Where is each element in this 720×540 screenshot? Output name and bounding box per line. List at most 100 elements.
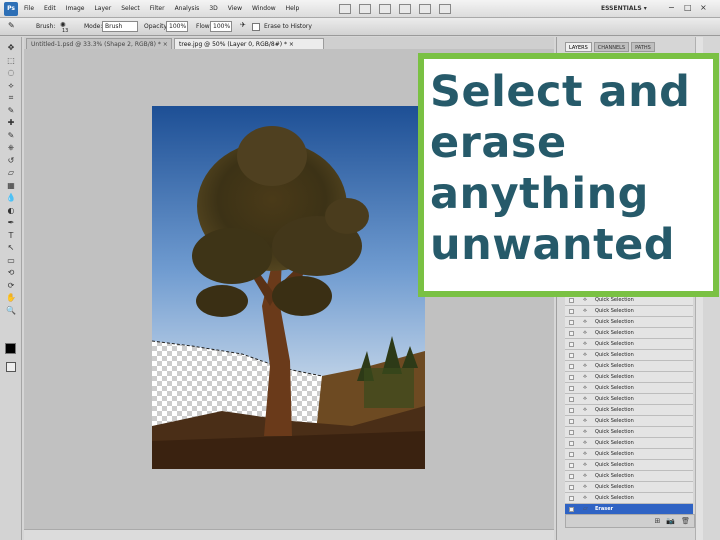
quick-selection-icon[interactable]: ⟡ bbox=[6, 81, 16, 91]
airbrush-icon[interactable]: ✈ bbox=[240, 21, 246, 29]
history-row[interactable]: ⟡ Quick Selection bbox=[565, 405, 693, 416]
dodge-icon[interactable]: ◐ bbox=[6, 206, 16, 216]
history-source-checkbox[interactable] bbox=[569, 397, 574, 402]
menu-edit[interactable]: Edit bbox=[44, 5, 56, 12]
healing-brush-icon[interactable]: ✚ bbox=[6, 118, 16, 128]
eraser-preset-icon[interactable]: ✎ bbox=[8, 21, 15, 30]
menu-layer[interactable]: Layer bbox=[94, 5, 111, 12]
zoom-level-icon[interactable] bbox=[379, 3, 392, 14]
horizontal-scrollbar[interactable] bbox=[24, 529, 554, 540]
menu-file[interactable]: File bbox=[24, 5, 34, 12]
clone-stamp-icon[interactable]: ⎈ bbox=[6, 143, 16, 153]
history-row[interactable]: ⟡ Quick Selection bbox=[565, 361, 693, 372]
crop-icon[interactable]: ⌗ bbox=[6, 93, 16, 103]
tab-layers[interactable]: LAYERS bbox=[565, 42, 592, 52]
history-source-checkbox[interactable] bbox=[569, 430, 574, 435]
path-selection-icon[interactable]: ↖ bbox=[6, 243, 16, 253]
3d-orbit-icon[interactable]: ⟳ bbox=[6, 281, 16, 291]
menu-3d[interactable]: 3D bbox=[209, 5, 217, 12]
arrange-documents-icon[interactable] bbox=[419, 3, 432, 14]
hand-tool-icon[interactable] bbox=[399, 3, 412, 14]
history-source-checkbox[interactable] bbox=[569, 474, 574, 479]
marquee-icon[interactable]: ⬚ bbox=[6, 56, 16, 66]
menu-help[interactable]: Help bbox=[286, 5, 300, 12]
shape-icon[interactable]: ▭ bbox=[6, 256, 16, 266]
history-row[interactable]: ⟡ Quick Selection bbox=[565, 427, 693, 438]
menu-filter[interactable]: Filter bbox=[150, 5, 165, 12]
new-document-icon[interactable]: ⊞ bbox=[655, 517, 661, 525]
erase-to-history-checkbox[interactable] bbox=[252, 23, 260, 31]
foreground-color-swatch[interactable] bbox=[5, 343, 16, 354]
history-brush-icon[interactable]: ↺ bbox=[6, 156, 16, 166]
snapshot-icon[interactable]: 📷 bbox=[666, 517, 675, 525]
history-source-checkbox[interactable] bbox=[569, 408, 574, 413]
menu-select[interactable]: Select bbox=[121, 5, 140, 12]
type-icon[interactable]: T bbox=[6, 231, 16, 241]
history-row[interactable]: ⟡ Quick Selection bbox=[565, 317, 693, 328]
history-row[interactable]: ⟡ Quick Selection bbox=[565, 471, 693, 482]
zoom-icon[interactable]: 🔍 bbox=[6, 306, 16, 316]
history-row[interactable]: ⟡ Quick Selection bbox=[565, 438, 693, 449]
menu-view[interactable]: View bbox=[228, 5, 242, 12]
mode-select[interactable]: Brush bbox=[102, 21, 138, 32]
hand-icon[interactable]: ✋ bbox=[6, 293, 16, 303]
workspace-switcher[interactable]: ESSENTIALS ▾ bbox=[601, 5, 647, 12]
history-row[interactable]: ⟡ Quick Selection bbox=[565, 328, 693, 339]
history-source-checkbox[interactable] bbox=[569, 463, 574, 468]
history-row[interactable]: ⟡ Quick Selection bbox=[565, 339, 693, 350]
tab-untitled[interactable]: Untitled-1.psd @ 33.3% (Shape 2, RGB/8) … bbox=[26, 38, 172, 49]
bridge-icon[interactable] bbox=[339, 3, 352, 14]
brush-icon[interactable]: ✎ bbox=[6, 131, 16, 141]
history-row[interactable]: ⟡ Quick Selection bbox=[565, 416, 693, 427]
gradient-icon[interactable]: ▦ bbox=[6, 181, 16, 191]
callout-line: anything bbox=[430, 169, 649, 219]
tab-channels[interactable]: CHANNELS bbox=[593, 42, 630, 52]
history-row[interactable]: ⟡ Quick Selection bbox=[565, 372, 693, 383]
mini-bridge-icon[interactable] bbox=[359, 3, 372, 14]
quick-mask-icon[interactable] bbox=[6, 362, 16, 372]
move-icon[interactable]: ✥ bbox=[6, 43, 16, 53]
history-source-checkbox[interactable] bbox=[569, 419, 574, 424]
history-source-checkbox[interactable] bbox=[569, 507, 574, 512]
screen-mode-icon[interactable] bbox=[439, 3, 452, 14]
eyedropper-icon[interactable]: ✎ bbox=[6, 106, 16, 116]
history-source-checkbox[interactable] bbox=[569, 342, 574, 347]
history-source-checkbox[interactable] bbox=[569, 441, 574, 446]
blur-icon[interactable]: 💧 bbox=[6, 193, 16, 203]
3d-rotate-icon[interactable]: ⟲ bbox=[6, 268, 16, 278]
trash-icon[interactable]: 🗑 bbox=[681, 517, 690, 525]
history-source-checkbox[interactable] bbox=[569, 331, 574, 336]
history-source-checkbox[interactable] bbox=[569, 353, 574, 358]
history-source-checkbox[interactable] bbox=[569, 496, 574, 501]
tree-photo-document[interactable] bbox=[152, 106, 425, 469]
history-source-checkbox[interactable] bbox=[569, 364, 574, 369]
history-row[interactable]: ⟡ Quick Selection bbox=[565, 449, 693, 460]
menu-window[interactable]: Window bbox=[252, 5, 276, 12]
pen-icon[interactable]: ✒ bbox=[6, 218, 16, 228]
history-source-checkbox[interactable] bbox=[569, 386, 574, 391]
history-row[interactable]: ⟡ Quick Selection bbox=[565, 482, 693, 493]
maximize-icon[interactable]: □ bbox=[684, 3, 692, 12]
history-row[interactable]: ⟡ Quick Selection bbox=[565, 306, 693, 317]
flow-field[interactable]: 100% bbox=[210, 21, 232, 32]
history-source-checkbox[interactable] bbox=[569, 485, 574, 490]
history-row[interactable]: ⟡ Quick Selection bbox=[565, 350, 693, 361]
tab-tree[interactable]: tree.jpg @ 50% (Layer 0, RGB/8#) * × bbox=[174, 38, 324, 49]
history-row[interactable]: ⟡ Quick Selection bbox=[565, 493, 693, 504]
minimize-icon[interactable]: − bbox=[668, 3, 675, 12]
close-icon[interactable]: × bbox=[700, 3, 707, 12]
lasso-icon[interactable]: ◌ bbox=[6, 68, 16, 78]
menu-image[interactable]: Image bbox=[66, 5, 85, 12]
history-row[interactable]: ⟡ Quick Selection bbox=[565, 383, 693, 394]
history-source-checkbox[interactable] bbox=[569, 298, 574, 303]
history-source-checkbox[interactable] bbox=[569, 320, 574, 325]
opacity-field[interactable]: 100% bbox=[166, 21, 188, 32]
menu-analysis[interactable]: Analysis bbox=[175, 5, 200, 12]
history-row[interactable]: ⟡ Quick Selection bbox=[565, 394, 693, 405]
eraser-icon[interactable]: ▱ bbox=[6, 168, 16, 178]
tab-paths[interactable]: PATHS bbox=[631, 42, 655, 52]
history-source-checkbox[interactable] bbox=[569, 452, 574, 457]
history-row[interactable]: ⟡ Quick Selection bbox=[565, 460, 693, 471]
history-source-checkbox[interactable] bbox=[569, 375, 574, 380]
history-source-checkbox[interactable] bbox=[569, 309, 574, 314]
